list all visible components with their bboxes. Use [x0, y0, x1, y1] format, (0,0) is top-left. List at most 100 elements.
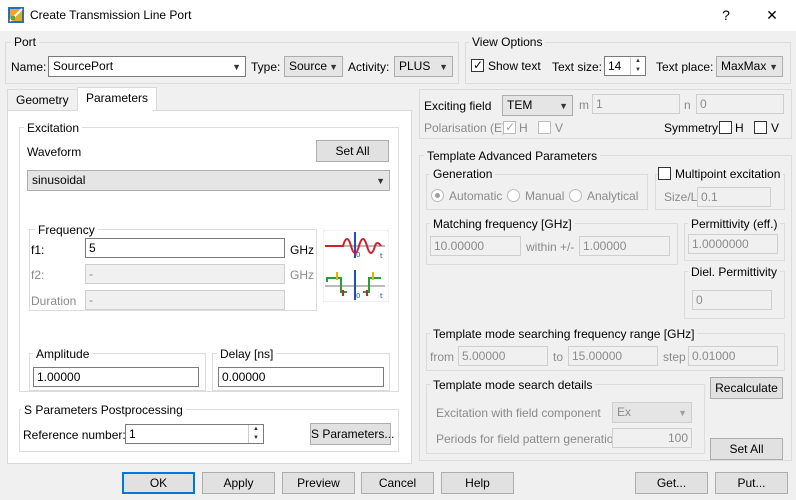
chevron-down-icon: ▼ [559, 101, 568, 111]
spin-down-icon[interactable]: ▼ [249, 434, 263, 443]
text-size-label: Text size: [552, 60, 603, 74]
exciting-field-select[interactable]: TEM ▼ [502, 95, 573, 116]
periods-input[interactable]: 100 [612, 428, 692, 448]
symmetry-v-label: V [771, 121, 780, 135]
chevron-down-icon: ▼ [769, 62, 778, 72]
delay-label: Delay [ns] [217, 347, 277, 361]
text-size-spinbox[interactable]: 14 ▲ ▼ [604, 56, 646, 76]
generation-automatic-radio[interactable] [431, 189, 444, 202]
svg-text:0: 0 [356, 251, 360, 259]
to-input[interactable]: 15.00000 [568, 346, 658, 366]
excitation-label: Excitation [24, 121, 83, 135]
tab-parameters[interactable]: Parameters [77, 87, 158, 111]
waveform-select[interactable]: sinusoidal ▼ [27, 170, 390, 191]
m-input[interactable]: 1 [592, 94, 680, 114]
f2-value: - [89, 267, 93, 281]
spin-buttons[interactable]: ▲ ▼ [630, 57, 645, 75]
polarisation-h-checkbox[interactable]: ✓ [503, 120, 516, 134]
svg-text:0: 0 [356, 292, 360, 300]
to-label: to [553, 350, 564, 364]
polarisation-label: Polarisation (E) [424, 121, 507, 135]
delay-input[interactable]: 0.00000 [218, 367, 384, 387]
amplitude-input[interactable]: 1.00000 [33, 367, 199, 387]
title-bar: Create Transmission Line Port ? ✕ [0, 0, 796, 31]
symmetry-v-checkbox[interactable] [754, 121, 767, 134]
generation-manual-radio[interactable] [507, 189, 520, 202]
search-details-label: Template mode search details [430, 378, 596, 392]
preview-button[interactable]: Preview [282, 472, 355, 494]
polarisation-v-checkbox[interactable] [538, 121, 551, 134]
chevron-down-icon: ▼ [678, 408, 687, 418]
permittivity-input[interactable]: 1.0000000 [688, 234, 778, 254]
ok-button[interactable]: OK [122, 472, 195, 494]
spin-up-icon[interactable]: ▲ [631, 57, 645, 66]
help-title-button[interactable]: ? [704, 0, 748, 31]
exciting-field-label: Exciting field [424, 99, 492, 113]
put-button[interactable]: Put... [715, 472, 788, 494]
search-range-label: Template mode searching frequency range … [430, 327, 698, 341]
generation-label: Generation [430, 167, 496, 181]
step-value: 0.01000 [692, 349, 736, 363]
checkmark-icon: ✓ [505, 120, 516, 134]
svg-text:t: t [380, 292, 383, 300]
duration-value: - [89, 293, 93, 307]
size-l-label: Size/L [664, 190, 698, 204]
matching-frequency-input[interactable]: 10.00000 [430, 236, 521, 256]
periods-label: Periods for field pattern generation [436, 432, 621, 446]
from-input[interactable]: 5.00000 [458, 346, 548, 366]
cancel-button[interactable]: Cancel [361, 472, 434, 494]
f1-unit: GHz [290, 243, 314, 257]
permittivity-value: 1.0000000 [692, 237, 749, 251]
delay-value: 0.00000 [222, 370, 266, 384]
spin-up-icon[interactable]: ▲ [249, 425, 263, 434]
spin-buttons[interactable]: ▲ ▼ [248, 425, 263, 443]
chevron-down-icon: ▼ [232, 62, 241, 72]
recalculate-button[interactable]: Recalculate [710, 377, 783, 399]
type-value: Source [289, 59, 328, 73]
step-input[interactable]: 0.01000 [688, 346, 778, 366]
tab-joint [78, 109, 153, 111]
n-input[interactable]: 0 [696, 94, 784, 114]
field-component-select[interactable]: Ex ▼ [612, 402, 692, 423]
apply-button[interactable]: Apply [202, 472, 275, 494]
template-advanced-label: Template Advanced Parameters [424, 149, 601, 163]
symmetry-h-checkbox[interactable] [719, 121, 732, 134]
symmetry-h-label: H [735, 121, 744, 135]
n-value: 0 [700, 97, 707, 111]
duration-input[interactable]: - [85, 290, 285, 310]
name-combobox[interactable]: SourcePort ▼ [48, 56, 246, 77]
f2-label: f2: [31, 268, 45, 282]
f1-input[interactable]: 5 [85, 238, 285, 258]
type-select[interactable]: Source ▼ [284, 56, 343, 77]
template-set-all-button[interactable]: Set All [710, 438, 783, 460]
from-label: from [430, 350, 454, 364]
multipoint-excitation-checkbox[interactable] [658, 167, 671, 180]
activity-select[interactable]: PLUS ▼ [394, 56, 453, 77]
show-text-checkbox[interactable]: ✓ [471, 58, 484, 72]
s-parameters-button[interactable]: S Parameters... [310, 423, 394, 445]
within-input[interactable]: 1.00000 [579, 236, 670, 256]
radio-selected-dot [435, 193, 440, 198]
n-label: n [684, 98, 691, 112]
svg-text:t: t [380, 252, 383, 260]
spin-down-icon[interactable]: ▼ [631, 66, 645, 75]
step-label: step [663, 350, 686, 364]
activity-value: PLUS [399, 59, 431, 73]
permittivity-label: Permittivity (eff.) [688, 217, 781, 231]
close-title-button[interactable]: ✕ [750, 0, 794, 31]
diel-permittivity-input[interactable]: 0 [692, 290, 772, 310]
text-place-select[interactable]: MaxMax ▼ [716, 56, 783, 77]
excitation-set-all-button[interactable]: Set All [316, 140, 389, 162]
amplitude-value: 1.00000 [37, 370, 81, 384]
get-button[interactable]: Get... [635, 472, 708, 494]
f2-input[interactable]: - [85, 264, 285, 284]
text-size-value: 14 [608, 59, 622, 73]
tab-geometry[interactable]: Geometry [7, 89, 78, 111]
generation-analytical-radio[interactable] [569, 189, 582, 202]
waveform-label: Waveform [27, 145, 82, 159]
size-l-input[interactable]: 0.1 [697, 187, 771, 207]
chevron-down-icon: ▼ [329, 62, 338, 72]
reference-number-spinbox[interactable]: 1 ▲ ▼ [125, 424, 264, 444]
diel-permittivity-value: 0 [696, 293, 703, 307]
help-button[interactable]: Help [441, 472, 514, 494]
